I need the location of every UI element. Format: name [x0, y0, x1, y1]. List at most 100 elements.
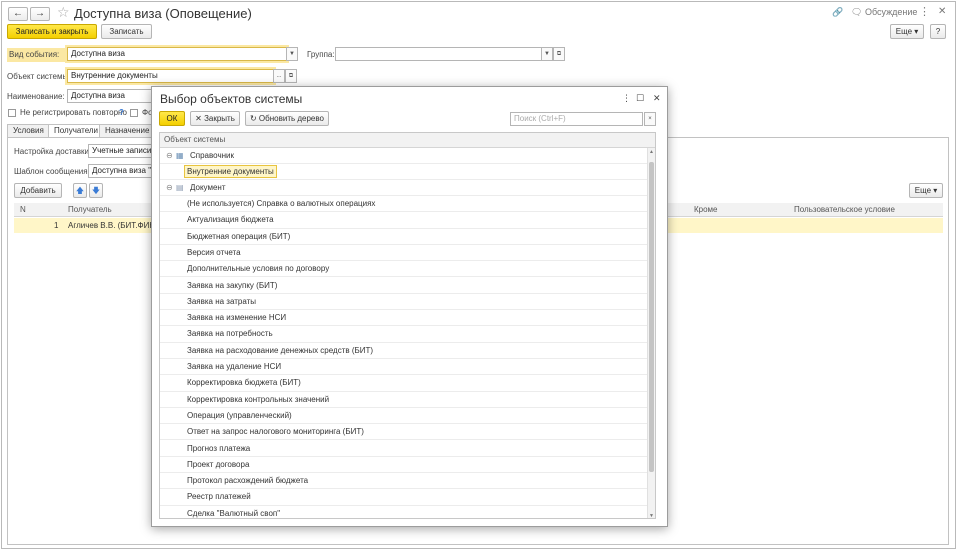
scrollbar[interactable]: ▲ ▼: [647, 148, 655, 518]
list-item-label: Бюджетная операция (БИТ): [187, 231, 291, 241]
col-except[interactable]: Кроме: [694, 203, 718, 216]
list-item[interactable]: Заявка на закупку (БИТ): [160, 278, 649, 294]
list-item[interactable]: Прогноз платежа: [160, 441, 649, 457]
list-item[interactable]: Версия отчета: [160, 245, 649, 262]
delivery-label: Настройка доставки:: [14, 147, 92, 156]
add-button[interactable]: Добавить: [14, 183, 62, 198]
refresh-icon: ↻: [249, 114, 257, 123]
list-item[interactable]: Ответ на запрос налогового мониторинга (…: [160, 424, 649, 441]
list-item[interactable]: Заявка на затраты: [160, 294, 649, 311]
template-field[interactable]: Доступна виза "Вн: [88, 164, 158, 178]
list-item[interactable]: Сделка "Валютный своп": [160, 506, 649, 518]
list-item[interactable]: Заявка на потребность: [160, 326, 649, 343]
system-object-field[interactable]: Внутренние документы: [67, 69, 274, 83]
list-item[interactable]: Бюджетная операция (БИТ): [160, 229, 649, 245]
no-repeat-label: Не регистрировать повторно: [20, 108, 127, 117]
select-ellipsis-icon[interactable]: ...: [273, 69, 285, 83]
catalog-table-icon: ▦: [176, 151, 184, 160]
favorite-star-icon[interactable]: ☆: [57, 4, 70, 21]
refresh-label: Обновить дерево: [258, 114, 324, 123]
forward-button[interactable]: →: [30, 7, 50, 21]
list-item-label: Заявка на затраты: [187, 296, 257, 306]
chevron-down-icon[interactable]: ▼: [286, 47, 298, 61]
close-x-icon: ✕: [195, 114, 202, 123]
list-item-label: Актуализация бюджета: [187, 215, 274, 225]
arrow-down-icon[interactable]: 🡇: [89, 183, 103, 198]
more-label: Еще: [914, 186, 932, 195]
select-objects-dialog: Выбор объектов системы ⋮ ☐ ✕ ОК ✕ Закрыт…: [151, 86, 668, 527]
help-button[interactable]: ?: [930, 24, 946, 39]
group-field[interactable]: [335, 47, 542, 61]
list-item-label: Проект договора: [187, 459, 250, 469]
list-item[interactable]: Заявка на удаление НСИ: [160, 359, 649, 376]
list-item[interactable]: Дополнительные условия по договору: [160, 261, 649, 278]
close-button[interactable]: ✕ Закрыть: [190, 111, 240, 126]
help-icon[interactable]: ?: [119, 108, 124, 117]
arrow-up-icon[interactable]: 🡅: [73, 183, 87, 198]
tree-column-header[interactable]: Объект системы: [160, 133, 655, 148]
dialog-more-icon[interactable]: ⋮: [622, 93, 631, 104]
chevron-down-icon[interactable]: ▼: [541, 47, 553, 61]
list-item-label: Заявка на потребность: [187, 329, 273, 339]
window-title: Доступна виза (Оповещение): [74, 6, 252, 21]
list-item[interactable]: Заявка на изменение НСИ: [160, 310, 649, 327]
list-item-label: Корректировка контрольных значений: [187, 394, 330, 404]
dialog-close-icon[interactable]: ✕: [653, 93, 661, 104]
list-item-label: (Не используется) Справка о валютных опе…: [187, 199, 376, 208]
col-n[interactable]: N: [20, 203, 26, 216]
open-link-icon[interactable]: ⧉: [553, 47, 565, 61]
collapse-icon[interactable]: ⊖: [166, 180, 173, 195]
list-item[interactable]: Проект договора: [160, 457, 649, 474]
dialog-title: Выбор объектов системы: [160, 92, 303, 106]
delivery-field[interactable]: Учетные записи эл: [88, 144, 158, 158]
objects-tree: Объект системы ⊖ ▦ Справочник Внутренние…: [159, 132, 656, 519]
list-item-selected[interactable]: Внутренние документы: [160, 164, 649, 181]
scrollbar-thumb[interactable]: [649, 162, 654, 472]
list-item[interactable]: (Не используется) Справка о валютных опе…: [160, 196, 649, 213]
list-item[interactable]: Актуализация бюджета: [160, 212, 649, 229]
scroll-down-icon[interactable]: ▼: [649, 513, 654, 518]
list-item-label: Протокол расхождений бюджета: [187, 476, 309, 486]
link-icon[interactable]: 🔗: [832, 7, 843, 18]
list-item[interactable]: Корректировка контрольных значений: [160, 392, 649, 408]
system-object-label: Объект системы:: [7, 72, 71, 81]
list-item-label: Реестр платежей: [187, 492, 251, 502]
no-repeat-checkbox[interactable]: [8, 109, 16, 117]
open-link-icon[interactable]: ⧉: [285, 69, 297, 83]
maximize-icon[interactable]: ☐: [636, 93, 644, 104]
col-custom-condition[interactable]: Пользовательское условие: [794, 203, 895, 216]
refresh-tree-button[interactable]: ↻ Обновить дерево: [245, 111, 329, 126]
scroll-up-icon[interactable]: ▲: [649, 149, 654, 155]
clear-search-icon[interactable]: ×: [644, 112, 656, 126]
list-item[interactable]: Корректировка бюджета (БИТ): [160, 375, 649, 392]
more-button[interactable]: Еще ▾: [890, 24, 924, 39]
more-icon[interactable]: ⋮: [919, 5, 930, 18]
tree-group-document[interactable]: ⊖ ▤ Документ: [160, 180, 649, 197]
list-item[interactable]: Операция (управленческий): [160, 408, 649, 425]
list-item[interactable]: Протокол расхождений бюджета: [160, 473, 649, 490]
tree-group-catalog[interactable]: ⊖ ▦ Справочник: [160, 148, 649, 165]
list-item-label: Заявка на удаление НСИ: [187, 362, 282, 371]
back-button[interactable]: ←: [8, 7, 28, 21]
list-item[interactable]: Заявка на расходование денежных средств …: [160, 343, 649, 359]
discussion-label: Обсуждение: [864, 7, 918, 17]
col-recipient[interactable]: Получатель: [68, 203, 112, 216]
list-item[interactable]: Реестр платежей: [160, 489, 649, 506]
event-type-field[interactable]: Доступна виза: [67, 47, 287, 61]
collapse-icon[interactable]: ⊖: [166, 148, 173, 163]
close-icon[interactable]: ✕: [938, 6, 946, 17]
second-checkbox[interactable]: [130, 109, 138, 117]
list-item-label: Сделка "Валютный своп": [187, 508, 281, 518]
name-field[interactable]: Доступна виза: [67, 89, 157, 103]
ok-button[interactable]: ОК: [159, 111, 185, 126]
chat-icon: 🗨: [851, 7, 863, 17]
save-close-button[interactable]: Записать и закрыть: [7, 24, 97, 39]
search-input[interactable]: Поиск (Ctrl+F): [510, 112, 643, 126]
row-number: 1: [54, 221, 59, 230]
name-label: Наименование:: [7, 92, 65, 101]
tab-conditions[interactable]: Условия: [7, 124, 50, 138]
recipients-more-button[interactable]: Еще ▾: [909, 183, 943, 198]
discussion-button[interactable]: 🗨 Обсуждение: [851, 7, 917, 18]
selected-item-label: Внутренние документы: [184, 165, 277, 178]
save-button[interactable]: Записать: [101, 24, 152, 39]
